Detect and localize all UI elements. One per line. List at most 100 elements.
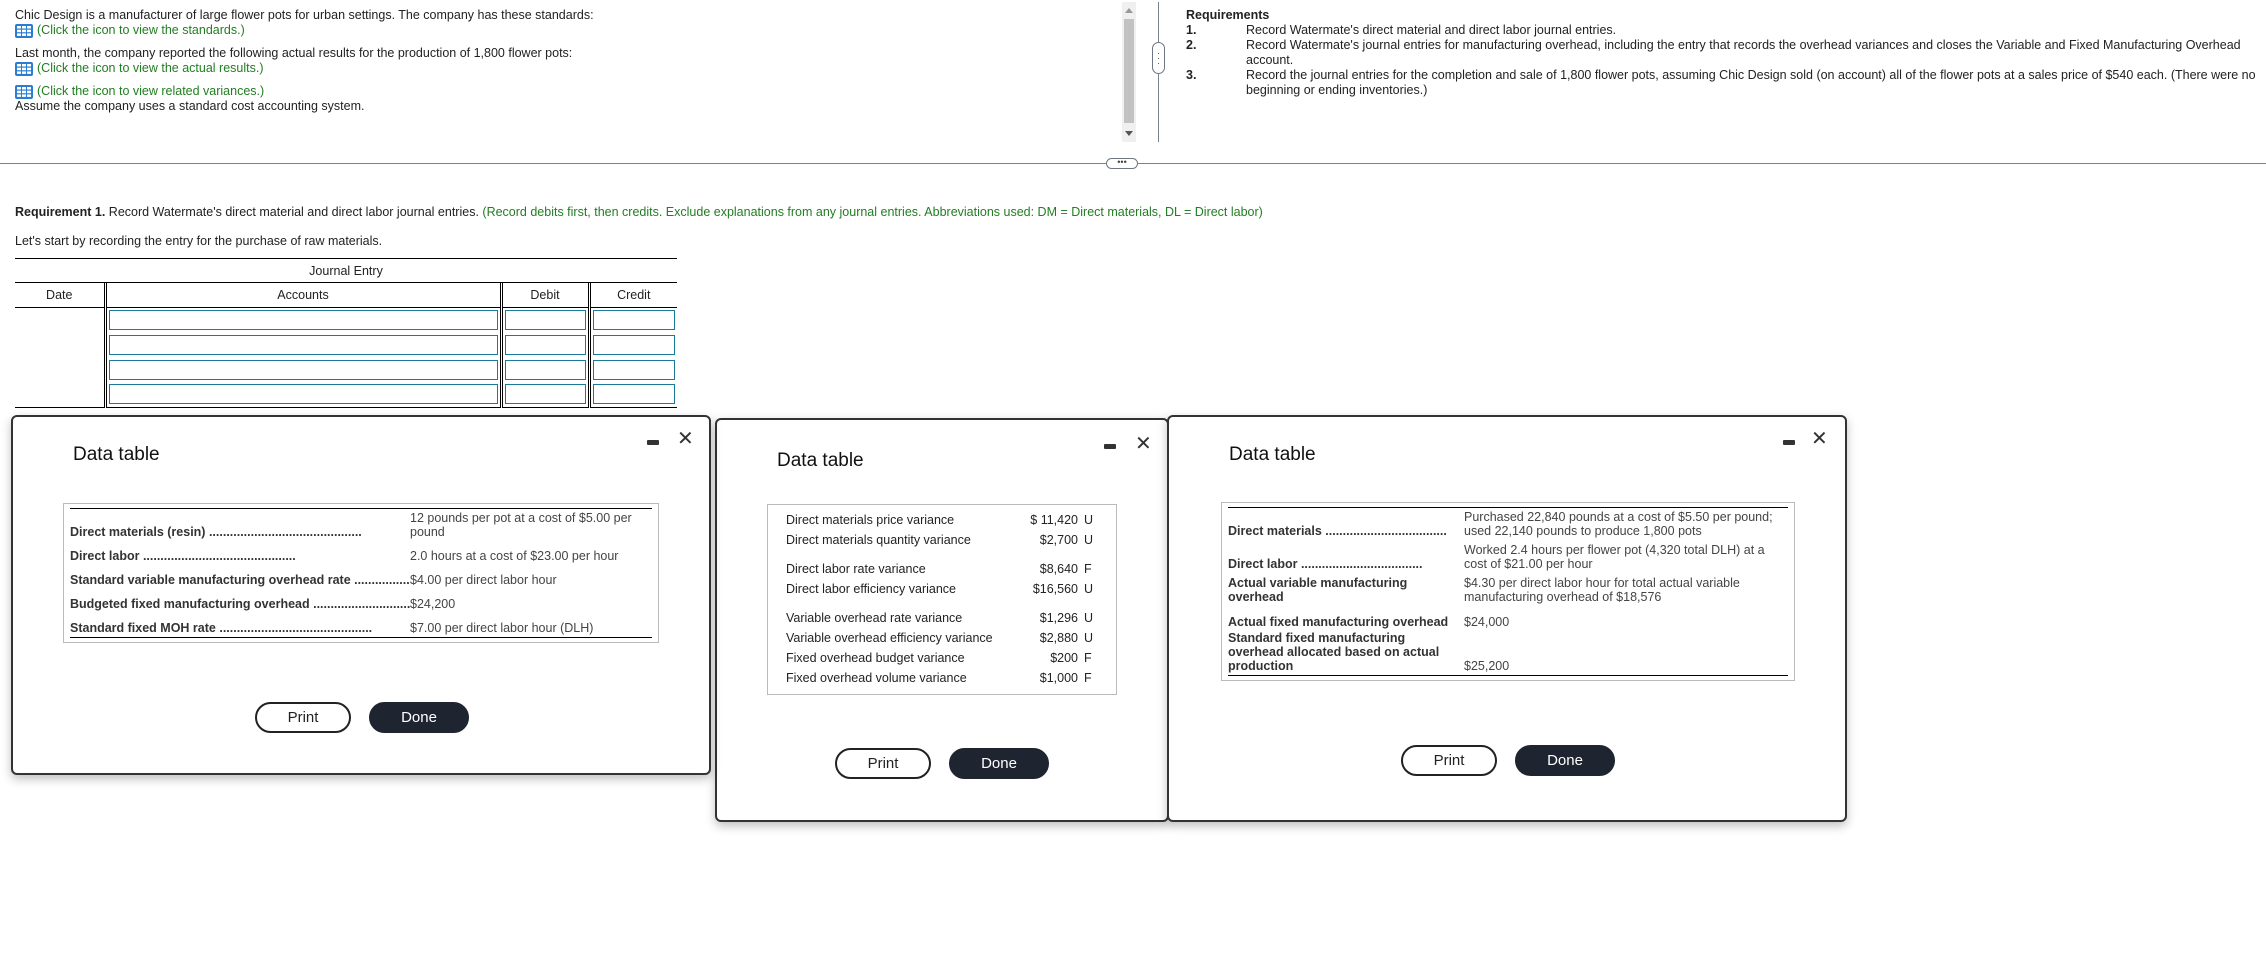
requirements-panel: Requirements 1. Record Watermate's direc… bbox=[1186, 8, 2256, 98]
requirement-1-label: Requirement 1. bbox=[15, 205, 106, 219]
variance-value: $16,560 bbox=[1032, 582, 1078, 596]
print-button[interactable]: Print bbox=[835, 748, 931, 779]
close-icon[interactable]: ✕ bbox=[1811, 429, 1828, 449]
column-header-debit: Debit bbox=[501, 283, 591, 308]
date-cell bbox=[15, 382, 107, 408]
standard-label: Budgeted fixed manufacturing overhead bbox=[70, 597, 310, 611]
actual-label: Direct materials bbox=[1228, 524, 1322, 538]
requirement-text: Record Watermate's direct material and d… bbox=[1246, 23, 1617, 37]
print-button[interactable]: Print bbox=[255, 702, 351, 733]
standard-row: Standard fixed MOH rate ................… bbox=[70, 621, 594, 635]
variance-value: $ 11,420 bbox=[1030, 513, 1078, 527]
requirement-number: 1. bbox=[1186, 23, 1197, 37]
variance-flag: U bbox=[1084, 631, 1094, 645]
variance-flag: U bbox=[1084, 611, 1094, 625]
actual-results-table: Direct materials .......................… bbox=[1221, 502, 1795, 681]
column-header-date: Date bbox=[15, 283, 107, 308]
close-icon[interactable]: ✕ bbox=[677, 429, 694, 449]
close-icon[interactable]: ✕ bbox=[1135, 434, 1152, 454]
table-icon[interactable] bbox=[15, 61, 33, 76]
done-button[interactable]: Done bbox=[949, 748, 1049, 779]
done-button[interactable]: Done bbox=[369, 702, 469, 733]
journal-row bbox=[15, 357, 677, 382]
variance-value: $2,880 bbox=[1039, 631, 1078, 645]
variance-label: Direct labor efficiency variance bbox=[786, 582, 956, 596]
actual-results-link[interactable]: (Click the icon to view the actual resul… bbox=[15, 61, 1115, 76]
horizontal-resize-handle[interactable]: ••• bbox=[1106, 158, 1138, 169]
requirement-item: 3. Record the journal entries for the co… bbox=[1186, 68, 2256, 98]
variance-row: Fixed overhead budget variance $200 F bbox=[786, 648, 1098, 668]
debit-input[interactable] bbox=[504, 384, 586, 405]
standard-label: Standard fixed MOH rate bbox=[70, 621, 216, 635]
problem-intro: Chic Design is a manufacturer of large f… bbox=[15, 8, 594, 22]
actual-row: Actual variable manufacturing overhead $… bbox=[1228, 574, 1788, 607]
scroll-down-arrow-icon[interactable] bbox=[1125, 131, 1133, 136]
variance-value: $1,296 bbox=[1039, 611, 1078, 625]
done-button[interactable]: Done bbox=[1515, 745, 1615, 776]
print-button[interactable]: Print bbox=[1401, 745, 1497, 776]
credit-input[interactable] bbox=[592, 309, 675, 330]
requirement-text: Record the journal entries for the compl… bbox=[1246, 68, 2256, 97]
table-icon[interactable] bbox=[15, 84, 33, 99]
scrollbar-thumb[interactable] bbox=[1124, 19, 1134, 123]
actual-row: Direct materials .......................… bbox=[1228, 508, 1788, 541]
requirement-1-instructions: (Record debits first, then credits. Excl… bbox=[482, 205, 1263, 219]
standards-dialog: Data table ✕ Direct materials (resin) ..… bbox=[11, 415, 711, 775]
table-icon[interactable] bbox=[15, 23, 33, 38]
actual-intro: Last month, the company reported the fol… bbox=[15, 46, 573, 60]
variance-flag: F bbox=[1084, 562, 1092, 576]
credit-input[interactable] bbox=[592, 359, 675, 380]
actual-value: Worked 2.4 hours per flower pot (4,320 t… bbox=[1464, 543, 1765, 571]
account-input[interactable] bbox=[108, 384, 498, 405]
standards-link[interactable]: (Click the icon to view the standards.) bbox=[15, 23, 1115, 38]
variances-dialog: Data table ✕ Direct materials price vari… bbox=[715, 418, 1169, 822]
variance-value: $200 bbox=[1050, 651, 1078, 665]
problem-statement: Chic Design is a manufacturer of large f… bbox=[15, 8, 1115, 114]
minimize-icon[interactable] bbox=[647, 440, 659, 445]
actual-row: Actual fixed manufacturing overhead $24,… bbox=[1228, 607, 1788, 631]
standard-row: Budgeted fixed manufacturing overhead ..… bbox=[70, 597, 456, 611]
debit-input[interactable] bbox=[504, 309, 586, 330]
variances-link[interactable]: (Click the icon to view related variance… bbox=[15, 84, 1115, 99]
credit-input[interactable] bbox=[592, 384, 675, 405]
dialog-title: Data table bbox=[1229, 444, 1316, 465]
problem-scrollbar[interactable] bbox=[1122, 2, 1136, 142]
variance-row: Variable overhead efficiency variance $2,… bbox=[786, 628, 1098, 648]
actual-row: Direct labor ...........................… bbox=[1228, 541, 1788, 574]
variance-value: $2,700 bbox=[1039, 533, 1078, 547]
requirement-1-heading: Requirement 1. Record Watermate's direct… bbox=[15, 205, 1263, 219]
standard-label: Standard variable manufacturing overhead… bbox=[70, 573, 351, 587]
journal-row bbox=[15, 332, 677, 357]
account-input[interactable] bbox=[108, 309, 498, 330]
account-input[interactable] bbox=[108, 359, 498, 380]
minimize-icon[interactable] bbox=[1104, 444, 1116, 449]
standards-link-text[interactable]: (Click the icon to view the standards.) bbox=[37, 23, 245, 38]
variance-row: Direct materials quantity variance $2,700… bbox=[786, 530, 1098, 550]
variance-label: Direct materials price variance bbox=[786, 513, 955, 527]
variance-row: Variable overhead rate variance $1,296 U bbox=[786, 608, 1098, 628]
standard-row: Direct materials (resin) ...............… bbox=[70, 509, 652, 544]
actual-value: $25,200 bbox=[1464, 659, 1510, 673]
minimize-icon[interactable] bbox=[1783, 440, 1795, 445]
standard-value: $7.00 per direct labor hour (DLH) bbox=[410, 621, 594, 635]
requirement-number: 2. bbox=[1186, 38, 1197, 52]
scroll-up-arrow-icon[interactable] bbox=[1125, 8, 1133, 13]
dialog-title: Data table bbox=[777, 450, 864, 471]
requirement-number: 3. bbox=[1186, 68, 1197, 82]
variance-label: Direct labor rate variance bbox=[786, 562, 926, 576]
variance-row: Direct materials price variance $ 11,420 U bbox=[786, 510, 1098, 530]
debit-input[interactable] bbox=[504, 359, 586, 380]
actual-results-link-text[interactable]: (Click the icon to view the actual resul… bbox=[37, 61, 263, 76]
variance-label: Fixed overhead budget variance bbox=[786, 651, 965, 665]
actual-value: $24,000 bbox=[1464, 615, 1510, 629]
actual-value: $4.30 per direct labor hour for total ac… bbox=[1464, 576, 1740, 604]
column-header-credit: Credit bbox=[589, 283, 677, 308]
variances-link-text[interactable]: (Click the icon to view related variance… bbox=[37, 84, 264, 99]
standard-label: Direct materials (resin) bbox=[70, 525, 206, 539]
vertical-resize-handle[interactable]: · · · bbox=[1152, 42, 1165, 74]
debit-input[interactable] bbox=[504, 334, 586, 355]
account-input[interactable] bbox=[108, 334, 498, 355]
credit-input[interactable] bbox=[592, 334, 675, 355]
variance-flag: U bbox=[1084, 513, 1094, 527]
variance-flag: U bbox=[1084, 533, 1094, 547]
